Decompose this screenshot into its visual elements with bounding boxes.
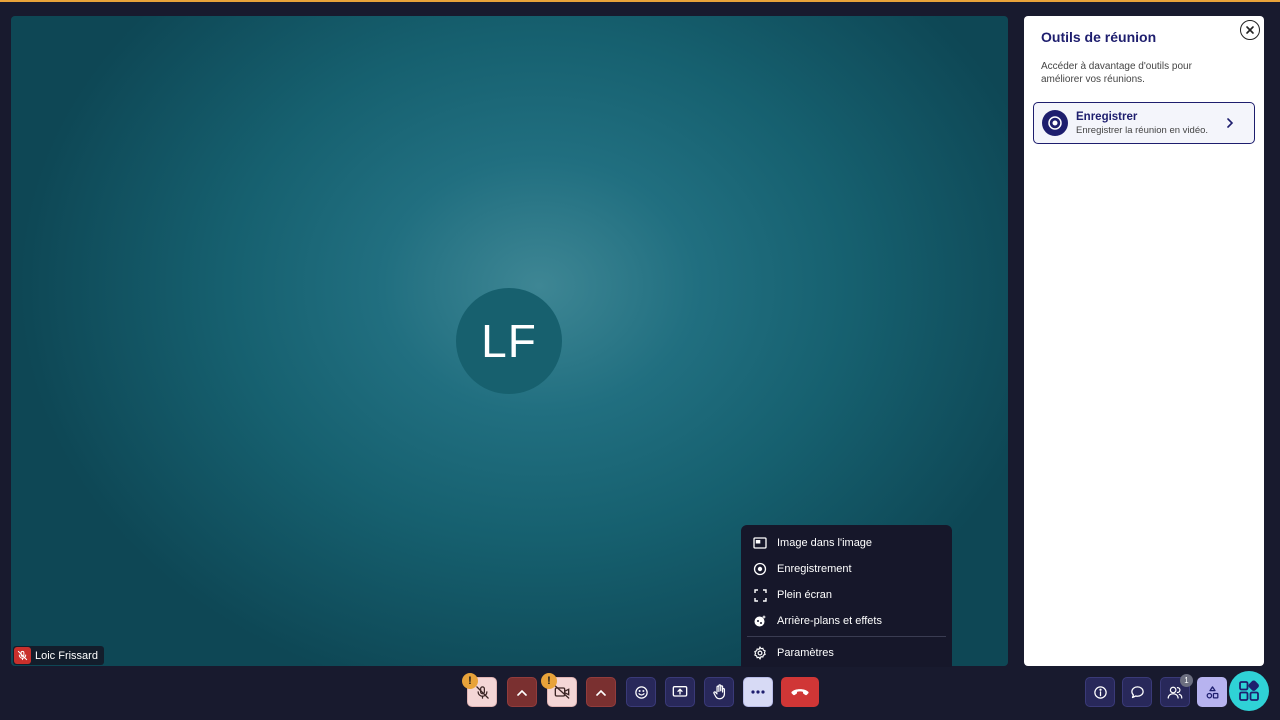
mic-muted-icon — [14, 647, 31, 664]
effects-icon — [752, 613, 768, 629]
camera-off-icon — [554, 685, 570, 699]
avatar-initials: LF — [481, 315, 537, 367]
microphone-options-button[interactable] — [507, 677, 537, 707]
panel-description: Accéder à davantage d'outils pour amélio… — [1041, 61, 1192, 85]
participants-count-badge: 1 — [1180, 674, 1193, 687]
record-icon — [752, 561, 768, 577]
close-panel-button[interactable] — [1240, 20, 1260, 40]
menu-item-label: Arrière-plans et effets — [777, 615, 882, 627]
share-screen-button[interactable] — [665, 677, 695, 707]
meeting-tools-panel: Outils de réunion Accéder à davantage d'… — [1024, 16, 1264, 666]
smile-icon — [634, 685, 648, 699]
participant-name: Loic Frissard — [35, 649, 98, 662]
chevron-up-icon — [517, 689, 527, 696]
hand-icon — [712, 684, 725, 700]
record-tool-title: Enregistrer — [1076, 110, 1138, 123]
menu-item-label: Plein écran — [777, 589, 833, 601]
camera-warning-badge: ! — [541, 673, 557, 689]
hang-up-button[interactable] — [781, 677, 819, 707]
chevron-right-icon — [1226, 118, 1234, 128]
menu-item-settings[interactable]: Paramètres — [741, 640, 952, 666]
menu-item-label: Image dans l'image — [777, 537, 873, 549]
menu-item-label: Enregistrement — [777, 563, 852, 575]
top-accent-strip — [0, 0, 1280, 2]
meeting-tools-button[interactable] — [1197, 677, 1227, 707]
fullscreen-icon — [752, 587, 768, 603]
phone-hangup-icon — [791, 688, 809, 695]
menu-divider — [747, 636, 946, 637]
record-icon — [1042, 110, 1068, 136]
chat-button[interactable] — [1122, 677, 1152, 707]
raise-hand-button[interactable] — [704, 677, 734, 707]
apps-button[interactable] — [1229, 671, 1269, 711]
menu-item-label: Paramètres — [777, 647, 834, 659]
share-screen-icon — [672, 686, 688, 697]
menu-item-fullscreen[interactable]: Plein écran — [741, 582, 952, 608]
participant-avatar: LF — [456, 288, 562, 394]
record-tool-card[interactable]: Enregistrer Enregistrer la réunion en vi… — [1033, 102, 1255, 144]
record-tool-subtitle: Enregistrer la réunion en vidéo. — [1076, 124, 1209, 136]
shapes-icon — [1206, 685, 1218, 698]
panel-title: Outils de réunion — [1041, 29, 1157, 45]
meeting-info-button[interactable] — [1085, 677, 1115, 707]
chevron-up-icon — [596, 689, 606, 696]
participant-name-tag: Loic Frissard — [13, 646, 104, 665]
camera-options-button[interactable] — [586, 677, 616, 707]
menu-item-picture-in-picture[interactable]: Image dans l'image — [741, 530, 952, 556]
close-icon — [1246, 26, 1254, 34]
more-dots-icon — [751, 690, 765, 694]
menu-item-recording[interactable]: Enregistrement — [741, 556, 952, 582]
mic-warning-badge: ! — [462, 673, 478, 689]
reactions-button[interactable] — [626, 677, 656, 707]
info-icon — [1093, 685, 1107, 699]
chat-icon — [1130, 685, 1144, 698]
menu-item-backgrounds-effects[interactable]: Arrière-plans et effets — [741, 608, 952, 634]
picture-in-picture-icon — [752, 535, 768, 551]
apps-grid-icon — [1239, 680, 1259, 701]
settings-icon — [752, 645, 768, 661]
more-options-button[interactable] — [743, 677, 773, 707]
participants-icon — [1167, 686, 1183, 699]
mic-off-icon — [475, 685, 489, 699]
more-options-menu: Image dans l'image Enregistrement Plein … — [741, 525, 952, 667]
